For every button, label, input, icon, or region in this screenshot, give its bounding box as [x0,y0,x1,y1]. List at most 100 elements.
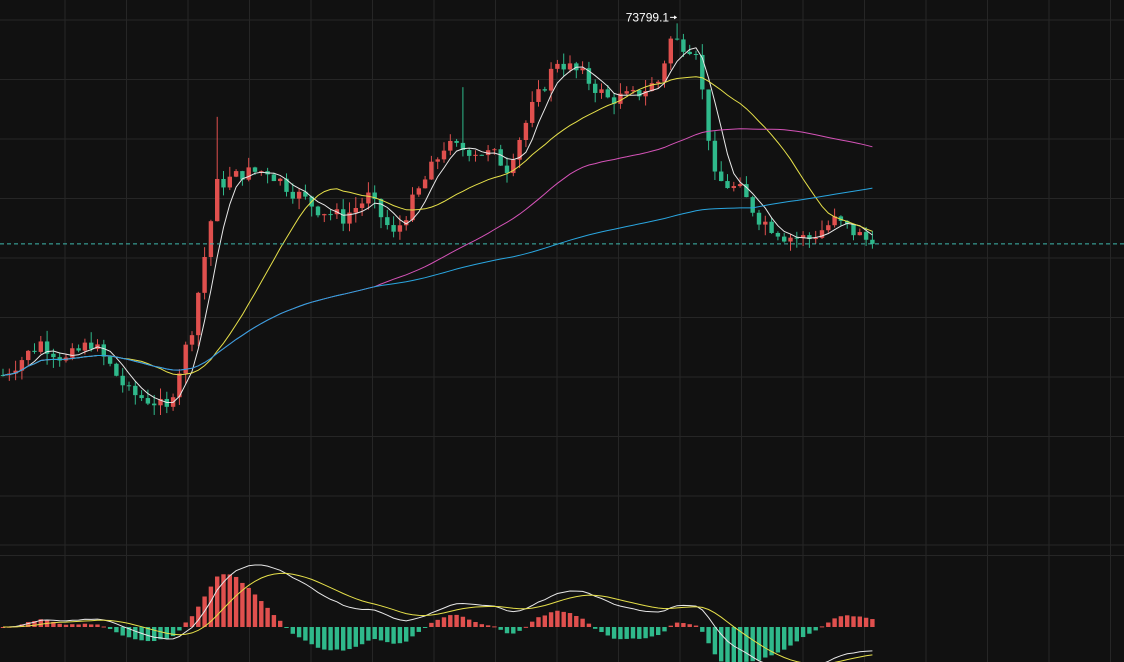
macd-histogram-bar [656,627,661,636]
candle-body [693,54,699,56]
macd-histogram-bar [76,624,81,627]
candle-body [605,89,610,98]
candle-body [454,140,459,143]
macd-histogram-bar [233,576,239,627]
macd-histogram-bar [548,612,554,627]
candle-body [126,385,132,387]
macd-histogram-bar [448,615,453,627]
candle-body [769,221,774,233]
macd-histogram-bar [366,627,371,641]
candle-body [233,171,239,177]
candle-body [467,150,472,156]
candle-body [76,348,81,351]
macd-histogram-bar [101,626,106,628]
macd-histogram-bar [265,607,270,627]
candle-body [530,101,535,123]
macd-histogram-bar [498,627,503,630]
candle-body [712,140,718,172]
macd-histogram-bar [800,627,806,638]
macd-histogram-bar [467,619,472,627]
candle-body [561,63,566,70]
candlestick-chart: 73799.1 [0,0,1124,662]
macd-histogram-bar [322,627,327,650]
candle-body [492,149,497,151]
candle-body [555,63,560,69]
macd-histogram-bar [649,627,655,637]
macd-histogram-bar [580,618,585,627]
macd-histogram-bar [555,610,560,627]
candle-body [668,38,673,64]
candle-body [208,221,214,257]
candle-body [366,192,371,204]
macd-histogram-bar [378,627,384,641]
candle-body [857,232,862,236]
macd-histogram-bar [523,626,529,628]
macd-histogram-bar [630,627,636,639]
candle-body [391,225,396,232]
candle-body [322,214,327,216]
macd-histogram-bar [259,601,264,627]
macd-histogram-bar [284,627,289,628]
candle-body [341,209,346,224]
macd-histogram-bar [246,587,251,627]
macd-histogram-bar [681,623,686,627]
macd-histogram-bar [397,627,403,644]
candle-body [662,63,667,82]
macd-histogram-bar [404,627,409,642]
candle-body [410,194,415,221]
macd-histogram-bar [410,627,415,637]
candle-body [51,353,56,358]
macd-histogram-bar [819,626,825,628]
candle-body [536,89,541,102]
candle-body [863,232,869,240]
macd-histogram-bar [870,619,875,627]
candle-body [681,39,686,52]
candle-body [737,184,743,187]
macd-histogram-bar [177,627,182,631]
macd-histogram-bar [485,625,491,627]
macd-histogram-bar [662,627,667,632]
macd-histogram-bar [215,576,220,627]
candle-body [26,350,31,361]
macd-histogram-bar [517,627,522,631]
macd-histogram-bar [152,627,157,642]
macd-histogram-bar [422,627,428,628]
macd-histogram-bar [851,616,856,627]
candle-body [296,191,302,199]
macd-histogram-bar [511,627,516,634]
candle-body [252,167,258,172]
candle-body [246,167,251,180]
candle-body [624,91,629,94]
macd-histogram-bar [492,626,497,628]
macd-histogram-bar [674,622,680,627]
chart-background [0,0,1124,662]
macd-histogram-bar [372,627,377,640]
candle-body [378,199,384,218]
candle-body [114,363,119,376]
macd-histogram-bar [643,627,648,639]
candle-body [523,122,529,141]
macd-histogram-bar [57,623,62,627]
candle-body [479,154,484,156]
macd-histogram-bar [347,627,352,650]
macd-histogram-bar [429,622,434,627]
macd-histogram-bar [82,623,88,627]
candle-body [416,188,421,195]
macd-histogram-bar [435,619,440,627]
macd-histogram-bar [107,627,113,629]
candle-body [763,221,768,225]
candle-body [196,292,201,336]
candle-body [101,344,106,357]
candle-body [315,206,321,216]
macd-histogram-bar [271,615,277,627]
macd-histogram-bar [89,624,94,627]
macd-histogram-bar [574,616,579,627]
candle-body [328,214,333,216]
macd-histogram-bar [183,622,188,627]
macd-histogram-bar [114,627,119,633]
candle-body [706,89,711,141]
candle-body [674,38,680,40]
macd-histogram-bar [353,627,358,647]
macd-histogram-bar [536,617,541,627]
candle-body [750,197,755,213]
